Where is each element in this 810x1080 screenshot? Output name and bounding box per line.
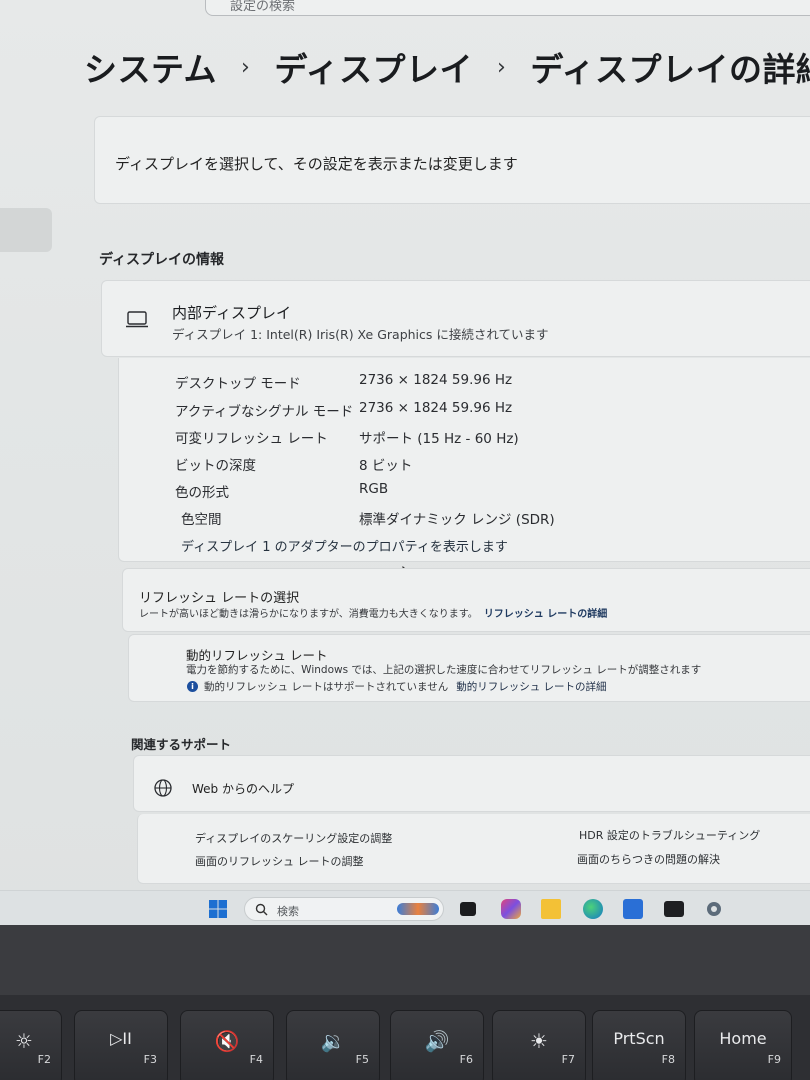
refresh-rate-link[interactable]: リフレッシュ レートの詳細 [484, 609, 607, 620]
file-explorer-icon[interactable] [541, 899, 561, 919]
info-value: 標準ダイナミック レンジ (SDR) [359, 512, 555, 528]
terminal-icon[interactable] [664, 901, 684, 917]
display-info-title: ディスプレイの情報 [99, 252, 225, 268]
settings-screen: 設定の検索 システム › ディスプレイ › ディスプレイの詳細設定 ディスプレイ… [0, 0, 810, 925]
web-help-label: Web からのヘルプ [192, 782, 294, 796]
display-subtitle: ディスプレイ 1: Intel(R) Iris(R) Xe Graphics に… [172, 327, 549, 342]
chevron-right-icon: › [497, 54, 507, 80]
support-link[interactable]: 画面のリフレッシュ レートの調整 [195, 853, 364, 869]
laptop-bezel [0, 925, 810, 995]
page-title: ディスプレイの詳細設定 [530, 50, 810, 89]
refresh-rate-card[interactable]: リフレッシュ レートの選択 レートが高いほど動きは滑らかになりますが、消費電力も… [122, 568, 810, 632]
settings-search-box[interactable]: 設定の検索 [205, 0, 810, 16]
key-label: F7 [561, 1053, 575, 1066]
info-label: デスクトップ モード [175, 376, 301, 392]
info-label: 色空間 [181, 512, 222, 528]
key-f8[interactable]: PrtScn F8 [592, 1010, 686, 1080]
taskbar: 検索 [0, 890, 810, 925]
info-value: 2736 × 1824 59.96 Hz [359, 400, 513, 416]
dynamic-refresh-note: i 動的リフレッシュ レートはサポートされていません 動的リフレッシュ レートの… [187, 679, 607, 694]
globe-icon [154, 779, 172, 797]
key-print-screen-label: PrtScn [613, 1029, 665, 1048]
key-home-label: Home [719, 1029, 767, 1048]
sidebar-selected-item[interactable] [0, 208, 52, 252]
key-label: F2 [37, 1053, 51, 1066]
key-f4[interactable]: 🔇 F4 [180, 1010, 274, 1080]
select-display-card[interactable]: ディスプレイを選択して、その設定を表示または変更します [94, 116, 810, 204]
info-icon: i [187, 681, 198, 692]
support-link[interactable]: HDR 設定のトラブルシューティング [579, 827, 760, 843]
support-links: ディスプレイのスケーリング設定の調整 HDR 設定のトラブルシューティング 画面… [137, 814, 810, 884]
play-pause-icon: ▷II [110, 1029, 132, 1048]
info-value: 2736 × 1824 59.96 Hz [359, 372, 513, 388]
key-label: F5 [355, 1053, 369, 1066]
dynamic-refresh-link[interactable]: 動的リフレッシュ レートの詳細 [456, 679, 606, 694]
volume-down-icon: 🔉 [320, 1029, 346, 1053]
search-icon [255, 903, 268, 916]
info-value: RGB [359, 481, 389, 497]
info-label: 可変リフレッシュ レート [175, 431, 328, 447]
key-label: F6 [459, 1053, 473, 1066]
copilot-icon[interactable] [501, 899, 521, 919]
key-f7[interactable]: ☀ F7 [492, 1010, 586, 1080]
support-link[interactable]: ディスプレイのスケーリング設定の調整 [195, 830, 392, 846]
settings-search-placeholder: 設定の検索 [230, 0, 296, 14]
related-support-title: 関連するサポート [131, 737, 232, 752]
info-label: アクティブなシグナル モード [175, 404, 354, 420]
widget-icon[interactable] [397, 903, 439, 915]
store-icon[interactable] [623, 899, 643, 919]
settings-icon[interactable] [704, 899, 724, 919]
key-f9[interactable]: Home F9 [694, 1010, 792, 1080]
breadcrumb-display[interactable]: ディスプレイ [274, 43, 473, 91]
key-label: F9 [767, 1053, 781, 1066]
key-f3[interactable]: ▷II F3 [74, 1010, 168, 1080]
dynamic-refresh-card: 動的リフレッシュ レート 電力を節約するために、Windows では、上記の選択… [128, 634, 810, 702]
info-value: 8 ビット [359, 458, 413, 474]
info-label: ビットの深度 [175, 458, 256, 474]
breadcrumb: システム › ディスプレイ › ディスプレイの詳細設定 [84, 42, 810, 92]
display-name: 内部ディスプレイ [172, 304, 291, 322]
info-label: 色の形式 [175, 485, 229, 501]
brightness-up-icon: ☀ [530, 1029, 548, 1053]
dynamic-refresh-note-text: 動的リフレッシュ レートはサポートされていません [204, 681, 449, 693]
mute-icon: 🔇 [214, 1029, 240, 1053]
key-f5[interactable]: 🔉 F5 [286, 1010, 380, 1080]
chevron-right-icon: › [241, 54, 251, 80]
breadcrumb-system[interactable]: システム [84, 43, 217, 91]
select-display-text: ディスプレイを選択して、その設定を表示または変更します [115, 155, 518, 173]
refresh-rate-desc-text: レートが高いほど動きは滑らかになりますが、消費電力も大きくなります。 [139, 609, 478, 620]
key-label: F8 [661, 1053, 675, 1066]
key-label: F3 [143, 1053, 157, 1066]
edge-icon[interactable] [583, 899, 603, 919]
dynamic-refresh-desc: 電力を節約するために、Windows では、上記の選択した速度に合わせてリフレッ… [186, 664, 702, 676]
volume-up-icon: 🔊 [424, 1029, 450, 1053]
windows-start-icon[interactable] [208, 899, 228, 919]
key-f2[interactable]: ☼ F2 [0, 1010, 62, 1080]
taskbar-search-placeholder: 検索 [277, 905, 299, 918]
laptop-icon [126, 311, 148, 328]
refresh-rate-desc: レートが高いほど動きは滑らかになりますが、消費電力も大きくなります。 リフレッシュ… [139, 605, 607, 620]
key-f6[interactable]: 🔊 F6 [390, 1010, 484, 1080]
display-info-details: デスクトップ モード 2736 × 1824 59.96 Hz アクティブなシグ… [118, 358, 810, 562]
web-help-row[interactable]: Web からのヘルプ [133, 755, 810, 812]
key-label: F4 [249, 1053, 263, 1066]
support-link[interactable]: 画面のちらつきの問題の解決 [577, 851, 720, 867]
task-view-icon[interactable] [460, 902, 476, 916]
taskbar-search-box[interactable]: 検索 [244, 897, 444, 921]
display-info-header: 内部ディスプレイ ディスプレイ 1: Intel(R) Iris(R) Xe G… [101, 280, 810, 357]
refresh-rate-title: リフレッシュ レートの選択 [139, 591, 300, 606]
adapter-properties-link[interactable]: ディスプレイ 1 のアダプターのプロパティを表示します [181, 536, 508, 555]
brightness-down-icon: ☼ [15, 1029, 33, 1053]
info-value: サポート (15 Hz - 60 Hz) [359, 431, 519, 447]
